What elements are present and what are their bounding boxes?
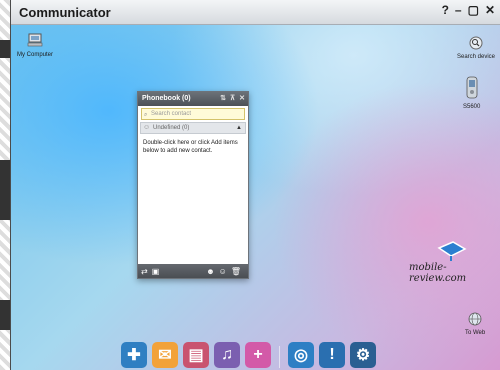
media-icon[interactable]: ♫ — [214, 342, 240, 368]
search-placeholder: Search contact — [151, 111, 192, 117]
phone-label: S5600 — [463, 104, 481, 110]
phonebook-header: Phonebook (0) ⇅ ⊼ ✕ — [138, 92, 248, 106]
phonebook-toolbar: ⇄ ▣ ☻ ☺ 🗑 — [138, 264, 248, 278]
collapse-icon[interactable]: ▲ — [236, 123, 242, 133]
empty-list-hint[interactable]: Double-click here or click Add items bel… — [138, 134, 248, 160]
sync-icon[interactable]: ⇄ — [141, 267, 148, 276]
watermark-logo-icon — [437, 241, 467, 261]
card-icon[interactable]: ▣ — [152, 267, 160, 276]
phone-icon — [466, 76, 478, 99]
desktop-strip-block — [0, 160, 10, 220]
dock-separator — [279, 346, 280, 368]
add-group-icon[interactable]: ☺ — [219, 267, 227, 276]
search-icon: ⌕ — [144, 112, 148, 118]
globe-icon — [468, 312, 482, 326]
my-computer-label: My Computer — [17, 52, 54, 58]
computer-icon — [27, 33, 43, 47]
contacts-message-icon[interactable]: ✉ — [152, 342, 178, 368]
desktop-strip-block — [0, 300, 10, 330]
sort-icon[interactable]: ⇅ — [220, 92, 226, 106]
group-label: Undefined (0) — [153, 125, 190, 131]
group-icon: ☺ — [143, 124, 151, 131]
search-icon — [469, 36, 483, 50]
restore-button[interactable]: ▢ — [468, 3, 479, 17]
phone-manager-icon[interactable]: ▤ — [183, 342, 209, 368]
window-controls: ? – ▢ ✕ — [442, 3, 495, 17]
internet-icon[interactable]: ◎ — [288, 342, 314, 368]
to-web-label: To Web — [465, 330, 486, 336]
bottom-dock: ✚ ✉ ▤ ♫ + ◎! ⚙ — [121, 338, 376, 368]
add-contact-icon[interactable]: ☻ — [206, 267, 214, 276]
minimize-button[interactable]: – — [455, 3, 462, 17]
to-web-shortcut[interactable]: To Web — [465, 312, 485, 336]
alert-icon[interactable]: ! — [319, 342, 345, 368]
window-title: Communicator — [19, 5, 111, 20]
settings-icon[interactable]: ⚙ — [350, 342, 376, 368]
search-device-shortcut[interactable]: Search device — [457, 36, 495, 60]
phonebook-panel: Phonebook (0) ⇅ ⊼ ✕ ⌕ Search contact ☺ U… — [137, 91, 249, 279]
help-button[interactable]: ? — [442, 3, 449, 17]
phonebook-controls: ⇅ ⊼ ✕ — [220, 92, 245, 106]
phonebook-title: Phonebook (0) — [142, 95, 191, 102]
pin-icon[interactable]: ⊼ — [230, 92, 235, 106]
desktop-strip-block — [0, 40, 10, 58]
watermark-text: mobile-review.com — [409, 262, 467, 284]
my-computer-shortcut[interactable]: My Computer — [17, 32, 53, 58]
phone-device-shortcut[interactable]: S5600 — [463, 76, 480, 110]
group-undefined[interactable]: ☺ Undefined (0) ▲ — [140, 122, 246, 134]
title-bar: Communicator ? – ▢ ✕ — [11, 0, 500, 25]
close-button[interactable]: ✕ — [485, 3, 495, 17]
background-desktop-strip — [0, 0, 10, 370]
delete-icon[interactable]: 🗑 — [231, 267, 241, 276]
puzzle-icon[interactable]: ✚ — [121, 342, 147, 368]
communicator-window: Communicator ? – ▢ ✕ My Computer Search … — [10, 0, 500, 370]
add-icon[interactable]: + — [245, 342, 271, 368]
close-icon[interactable]: ✕ — [239, 92, 245, 106]
search-device-label: Search device — [457, 54, 496, 60]
search-contact-input[interactable]: ⌕ Search contact — [141, 108, 245, 120]
